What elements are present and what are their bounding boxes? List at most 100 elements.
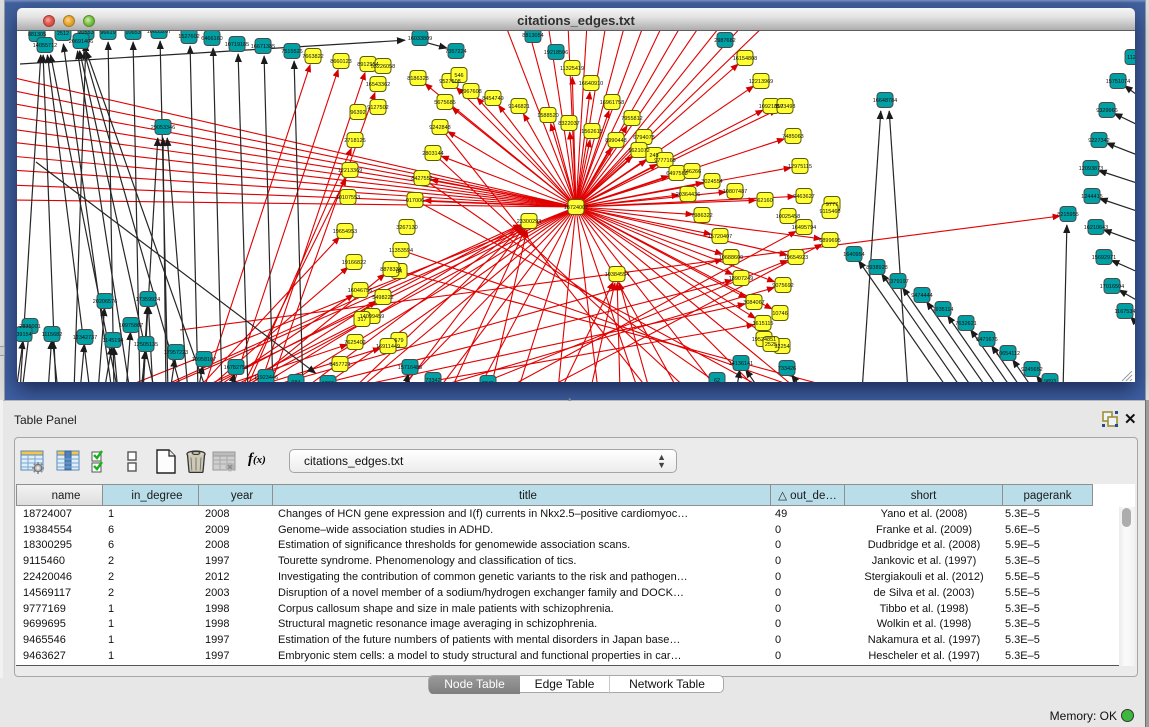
svg-text:9527508: 9527508 <box>439 79 460 85</box>
svg-text:546: 546 <box>454 73 463 79</box>
svg-text:8454749: 8454749 <box>482 96 503 102</box>
svg-text:3084067: 3084067 <box>743 300 764 306</box>
svg-text:7357224: 7357224 <box>445 49 466 55</box>
svg-text:8186328: 8186328 <box>407 76 428 82</box>
svg-text:917006: 917006 <box>406 198 424 204</box>
svg-text:10025458: 10025458 <box>776 214 800 220</box>
svg-text:96392: 96392 <box>350 110 365 116</box>
svg-text:16961758: 16961758 <box>600 100 624 106</box>
svg-text:10688609: 10688609 <box>719 255 743 261</box>
svg-text:3024554: 3024554 <box>701 179 722 185</box>
svg-text:5498222: 5498222 <box>372 295 393 301</box>
svg-text:1621072: 1621072 <box>628 148 649 154</box>
svg-text:8878334: 8878334 <box>380 267 401 273</box>
svg-text:1562615: 1562615 <box>581 129 602 135</box>
svg-text:15692971: 15692971 <box>1092 255 1116 261</box>
svg-text:7955812: 7955812 <box>621 116 642 122</box>
svg-text:6379197: 6379197 <box>887 279 908 285</box>
svg-text:14136141: 14136141 <box>729 361 753 367</box>
svg-text:12093873: 12093873 <box>1079 166 1103 172</box>
svg-text:8322037: 8322037 <box>558 121 579 127</box>
svg-text:10807487: 10807487 <box>723 189 747 195</box>
svg-text:12342737: 12342737 <box>73 335 97 341</box>
svg-text:39154: 39154 <box>17 332 32 338</box>
svg-text:8990448: 8990448 <box>605 138 626 144</box>
svg-text:2835001: 2835001 <box>19 324 40 330</box>
svg-text:15716485: 15716485 <box>398 365 422 371</box>
svg-text:20553: 20553 <box>78 31 93 36</box>
svg-text:8813054: 8813054 <box>522 33 543 39</box>
svg-text:15751074: 15751074 <box>1106 79 1130 85</box>
svg-text:733426: 733426 <box>778 366 796 372</box>
svg-text:7485063: 7485063 <box>782 134 803 140</box>
svg-text:9457721: 9457721 <box>329 362 350 368</box>
svg-text:16648784: 16648784 <box>873 98 897 104</box>
svg-text:7625402: 7625402 <box>344 340 365 346</box>
svg-text:7986322: 7986322 <box>691 213 712 219</box>
svg-text:11923446: 11923446 <box>254 375 278 381</box>
svg-text:20364436: 20364436 <box>676 192 700 198</box>
svg-text:17957223: 17957223 <box>164 350 188 356</box>
svg-text:6794078: 6794078 <box>633 135 654 141</box>
svg-text:20691406: 20691406 <box>69 39 93 45</box>
svg-text:7663822: 7663822 <box>302 54 323 60</box>
svg-text:17016504: 17016504 <box>1100 284 1124 290</box>
svg-text:62: 62 <box>714 378 720 382</box>
svg-text:9245652: 9245652 <box>1021 367 1042 373</box>
svg-text:12505135: 12505135 <box>134 342 158 348</box>
svg-text:1115682: 1115682 <box>42 332 63 338</box>
svg-text:12213969: 12213969 <box>749 79 773 85</box>
svg-text:1293: 1293 <box>322 381 334 382</box>
svg-text:9777169: 9777169 <box>654 158 675 164</box>
svg-text:6466160: 6466160 <box>201 36 222 42</box>
svg-text:9474444: 9474444 <box>911 293 932 299</box>
svg-text:9146821: 9146821 <box>508 104 529 110</box>
svg-text:2987682: 2987682 <box>714 38 735 44</box>
svg-text:9463627: 9463627 <box>793 194 814 200</box>
svg-text:2525: 2525 <box>765 342 777 348</box>
svg-text:3267130: 3267130 <box>396 225 417 231</box>
svg-text:62160: 62160 <box>757 198 772 204</box>
svg-text:11353594: 11353594 <box>389 248 413 254</box>
svg-text:19384554: 19384554 <box>605 272 629 278</box>
svg-text:16911449: 16911449 <box>376 344 400 350</box>
svg-text:9075692: 9075692 <box>772 283 793 289</box>
svg-text:1173493: 1173493 <box>774 104 795 110</box>
svg-text:1167534: 1167534 <box>1114 309 1135 315</box>
svg-text:11325419: 11325419 <box>560 66 584 72</box>
svg-text:1615115: 1615115 <box>752 321 773 327</box>
svg-text:9115460: 9115460 <box>819 209 840 215</box>
svg-text:10958107: 10958107 <box>192 357 216 363</box>
svg-text:7632621: 7632621 <box>955 321 976 327</box>
svg-text:9245: 9245 <box>482 381 494 382</box>
svg-text:1145194: 1145194 <box>102 338 123 344</box>
svg-text:10653: 10653 <box>125 31 140 36</box>
svg-text:10654112: 10654112 <box>996 351 1020 357</box>
svg-text:1527602: 1527602 <box>178 34 199 40</box>
svg-text:10653267: 10653267 <box>147 31 171 35</box>
svg-text:1640954: 1640954 <box>843 252 864 258</box>
svg-text:8660123: 8660123 <box>330 59 351 65</box>
svg-text:1121: 1121 <box>1127 55 1135 61</box>
svg-text:16543362: 16543362 <box>366 82 390 88</box>
svg-text:5675685: 5675685 <box>434 100 455 106</box>
svg-text:7515526: 7515526 <box>281 49 302 55</box>
svg-text:18907249: 18907249 <box>729 276 753 282</box>
svg-text:984: 984 <box>291 380 300 382</box>
svg-text:19166822: 19166822 <box>342 260 366 266</box>
svg-text:746266: 746266 <box>683 169 701 175</box>
svg-text:2718126: 2718126 <box>344 138 365 144</box>
svg-text:73342: 73342 <box>425 378 440 382</box>
svg-text:9242848: 9242848 <box>429 125 450 131</box>
svg-text:1244415: 1244415 <box>1081 194 1102 200</box>
svg-text:16495794: 16495794 <box>792 225 816 231</box>
svg-text:15720407: 15720407 <box>708 234 732 240</box>
svg-text:16154808: 16154808 <box>733 56 757 62</box>
svg-text:16210643: 16210643 <box>1084 225 1108 231</box>
svg-text:10719185: 10719185 <box>225 42 249 48</box>
svg-text:53226058: 53226058 <box>371 64 395 70</box>
svg-text:2967608: 2967608 <box>460 89 481 95</box>
svg-text:19654923: 19654923 <box>784 255 808 261</box>
svg-text:20206576: 20206576 <box>93 299 117 305</box>
svg-text:14055712: 14055712 <box>33 43 57 49</box>
